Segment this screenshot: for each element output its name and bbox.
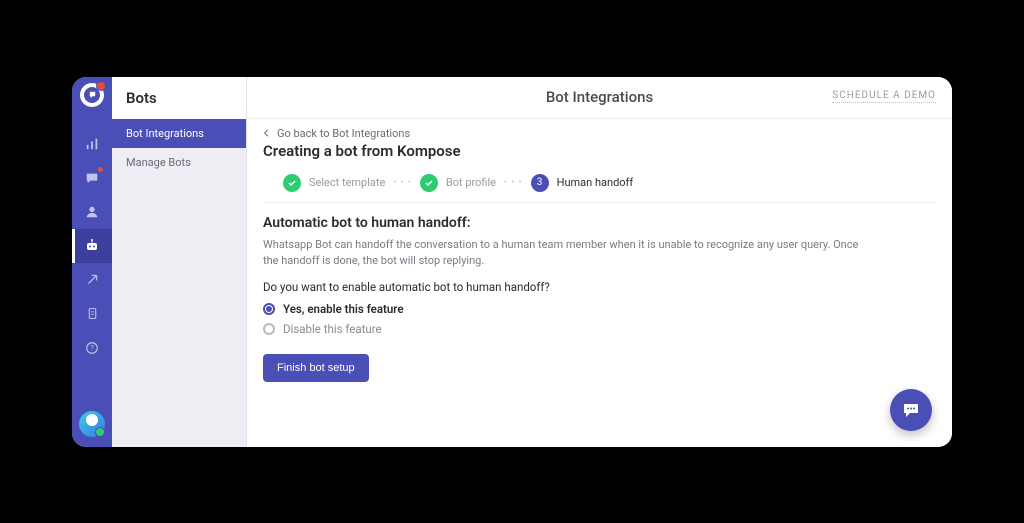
step-separator: • • • — [504, 178, 523, 188]
radio-disable[interactable]: Disable this feature — [263, 322, 936, 336]
app-window: ? Bots Bot Integrations Manage Bots Bot … — [72, 77, 952, 447]
stepper: Select template • • • Bot profile • • • … — [263, 168, 936, 203]
chevron-left-icon — [263, 129, 271, 137]
schedule-demo-link[interactable]: SCHEDULE A DEMO — [832, 90, 936, 103]
chat-icon — [901, 400, 921, 420]
bots-icon[interactable] — [72, 229, 112, 263]
svg-text:?: ? — [90, 344, 94, 352]
radio-disabled-unselected-icon — [263, 323, 275, 335]
radio-disable-label: Disable this feature — [283, 322, 382, 336]
step-2-check-icon — [420, 174, 438, 192]
back-link[interactable]: Go back to Bot Integrations — [263, 119, 936, 142]
back-link-label: Go back to Bot Integrations — [277, 127, 410, 140]
main-header: Bot Integrations SCHEDULE A DEMO — [247, 77, 952, 119]
clipboard-icon[interactable] — [72, 297, 112, 331]
sidebar-title: Bots — [112, 77, 246, 119]
chat-widget-button[interactable] — [890, 389, 932, 431]
step-2-label: Bot profile — [446, 176, 496, 189]
content-area: Go back to Bot Integrations Creating a b… — [247, 119, 952, 398]
users-icon[interactable] — [72, 195, 112, 229]
secondary-sidebar: Bots Bot Integrations Manage Bots — [112, 77, 247, 447]
conversations-icon[interactable] — [72, 161, 112, 195]
help-icon[interactable]: ? — [72, 331, 112, 365]
section-heading: Automatic bot to human handoff: — [263, 215, 936, 231]
radio-enable-label: Yes, enable this feature — [283, 302, 404, 316]
step-1-check-icon — [283, 174, 301, 192]
step-separator: • • • — [393, 178, 412, 188]
sidebar-item-manage-bots[interactable]: Manage Bots — [112, 148, 246, 177]
page-title: Bot Integrations — [546, 88, 653, 106]
launch-icon[interactable] — [72, 263, 112, 297]
brand-logo[interactable] — [80, 83, 104, 107]
radio-enable[interactable]: Yes, enable this feature — [263, 302, 936, 316]
help-text: Whatsapp Bot can handoff the conversatio… — [263, 237, 863, 270]
primary-sidebar: ? — [72, 77, 112, 447]
page-subtitle: Creating a bot from Kompose — [263, 142, 936, 160]
finish-setup-button[interactable]: Finish bot setup — [263, 354, 369, 382]
main-panel: Bot Integrations SCHEDULE A DEMO Go back… — [247, 77, 952, 447]
step-1-label: Select template — [309, 176, 385, 189]
analytics-icon[interactable] — [72, 127, 112, 161]
sidebar-item-bot-integrations[interactable]: Bot Integrations — [112, 119, 246, 148]
step-3-number: 3 — [531, 174, 549, 192]
step-3-label: Human handoff — [557, 176, 634, 189]
question-text: Do you want to enable automatic bot to h… — [263, 280, 936, 294]
radio-enabled-selected-icon — [263, 303, 275, 315]
user-avatar[interactable] — [79, 411, 105, 437]
